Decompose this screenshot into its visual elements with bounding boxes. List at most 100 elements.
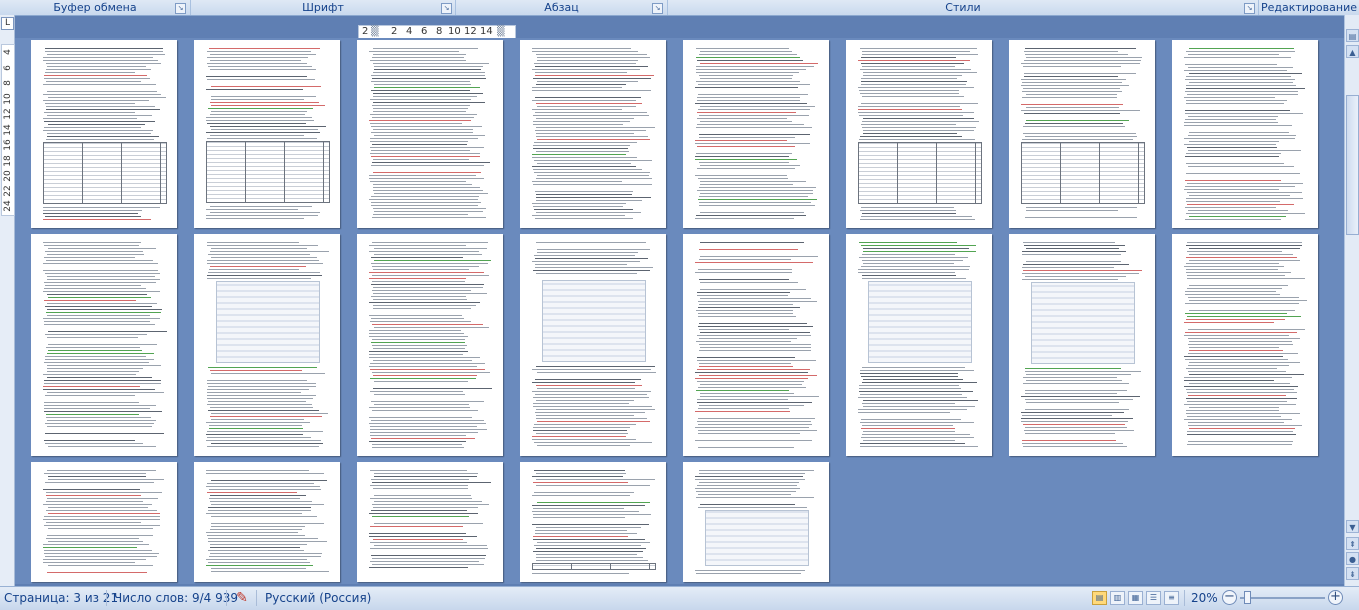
double-arrow-down-icon[interactable]: ⇟ [1346,567,1359,580]
web-layout-view-button[interactable]: ▦ [1128,591,1143,605]
text-line [859,388,961,389]
ribbon-group-paragraph: Абзац ↘ [456,0,668,15]
text-line [697,190,813,191]
page-thumbnail[interactable] [683,40,829,228]
text-line [211,443,323,444]
zoom-slider-thumb[interactable] [1244,591,1251,604]
text-line [47,254,144,255]
clipboard-launcher-icon[interactable]: ↘ [175,3,186,14]
spellcheck-book-icon[interactable]: ✎ [233,587,251,609]
page-thumbnail[interactable] [1172,40,1318,228]
styles-launcher-icon[interactable]: ↘ [1244,3,1255,14]
text-line [373,108,468,109]
tab-selector-button[interactable]: L [1,17,14,30]
page-thumbnail[interactable] [31,462,177,582]
page-thumbnail[interactable] [1009,234,1155,456]
draft-view-button[interactable]: ≡ [1164,591,1179,605]
font-launcher-icon[interactable]: ↘ [441,3,452,14]
text-line [43,94,161,95]
text-line [862,275,956,276]
scrollbar-thumb[interactable] [1346,95,1359,235]
text-line [370,542,467,543]
page-thumbnail[interactable] [520,234,666,456]
circle-icon[interactable]: ● [1346,552,1359,565]
text-line [1186,173,1300,174]
vertical-scrollbar[interactable]: ▤ ▲ ▼ ⇞ ● ⇟ [1344,15,1359,586]
ribbon-group-styles: Стили ↘ [668,0,1259,15]
page-thumbnail[interactable] [357,234,503,456]
arrow-down-icon[interactable]: ▼ [1346,520,1359,533]
text-line [536,473,626,474]
text-line [533,206,623,207]
vertical-ruler[interactable]: 4 6 8 10 12 14 16 18 20 22 24 [1,44,15,216]
page-thumbnail[interactable] [31,234,177,456]
page-thumbnail[interactable] [357,462,503,582]
page-thumbnail[interactable] [194,462,340,582]
minus-icon[interactable]: − [1222,590,1237,605]
text-line [858,112,974,113]
text-line [699,115,809,116]
page-thumbnail[interactable] [31,40,177,228]
text-line [696,341,791,342]
text-line [536,242,646,243]
page-thumbnail[interactable] [683,234,829,456]
page-thumbnail[interactable] [520,462,666,582]
outline-view-button[interactable]: ☰ [1146,591,1161,605]
text-line [370,426,477,427]
document-workspace[interactable] [15,38,1344,584]
language-indicator[interactable]: Русский (Россия) [265,587,371,609]
right-indent-marker-icon[interactable]: ▒ [497,26,505,38]
arrow-up-icon[interactable]: ▲ [1346,45,1359,58]
horizontal-ruler[interactable]: 2 ▒ 2 4 6 8 10 12 14 ▒ [358,25,516,39]
text-line [370,561,479,562]
text-line [369,351,468,352]
text-line [210,407,313,408]
plus-icon[interactable]: + [1328,590,1343,605]
page-indicator[interactable]: Страница: 3 из 21 [4,587,118,609]
text-line [43,118,137,119]
page-thumbnail[interactable] [194,234,340,456]
text-line [371,196,479,197]
text-line [1021,110,1140,111]
page-thumbnail[interactable] [194,40,340,228]
page-thumbnail[interactable] [357,40,503,228]
zoom-slider-track[interactable] [1240,597,1325,599]
text-line [1026,210,1118,211]
text-line [536,178,652,179]
text-line [863,406,975,407]
text-line [536,212,641,213]
text-line [43,504,152,505]
text-line [45,433,164,434]
indent-marker-icon[interactable]: ▒ [371,26,379,38]
double-arrow-up-icon[interactable]: ⇞ [1346,537,1359,550]
text-line [1185,294,1280,295]
page-thumbnail[interactable] [846,234,992,456]
text-line [1026,94,1117,95]
text-line [371,150,470,151]
text-line [698,199,817,200]
page-thumbnail[interactable] [1009,40,1155,228]
text-line [210,126,326,127]
zoom-level[interactable]: 20% [1191,587,1218,609]
text-line [47,365,161,366]
paragraph-launcher-icon[interactable]: ↘ [652,3,663,14]
text-line [46,417,151,418]
print-layout-view-button[interactable]: ▤ [1092,591,1107,605]
page-thumbnail[interactable] [1172,234,1318,456]
text-line [210,547,300,548]
text-line [43,207,160,208]
text-line [535,97,641,98]
text-line [207,278,311,279]
text-line [858,409,967,410]
page-thumbnail[interactable] [520,40,666,228]
page-thumbnail[interactable] [683,462,829,582]
figure-placeholder [1031,282,1135,364]
ruler-toggle-icon[interactable]: ▤ [1346,29,1359,42]
text-line [1187,192,1302,193]
page-thumbnail[interactable] [846,40,992,228]
word-count[interactable]: Число слов: 9/4 939 [114,587,238,609]
text-line [210,529,302,530]
text-line [48,446,156,447]
text-line [1026,374,1131,375]
full-screen-reading-view-button[interactable]: ▥ [1110,591,1125,605]
